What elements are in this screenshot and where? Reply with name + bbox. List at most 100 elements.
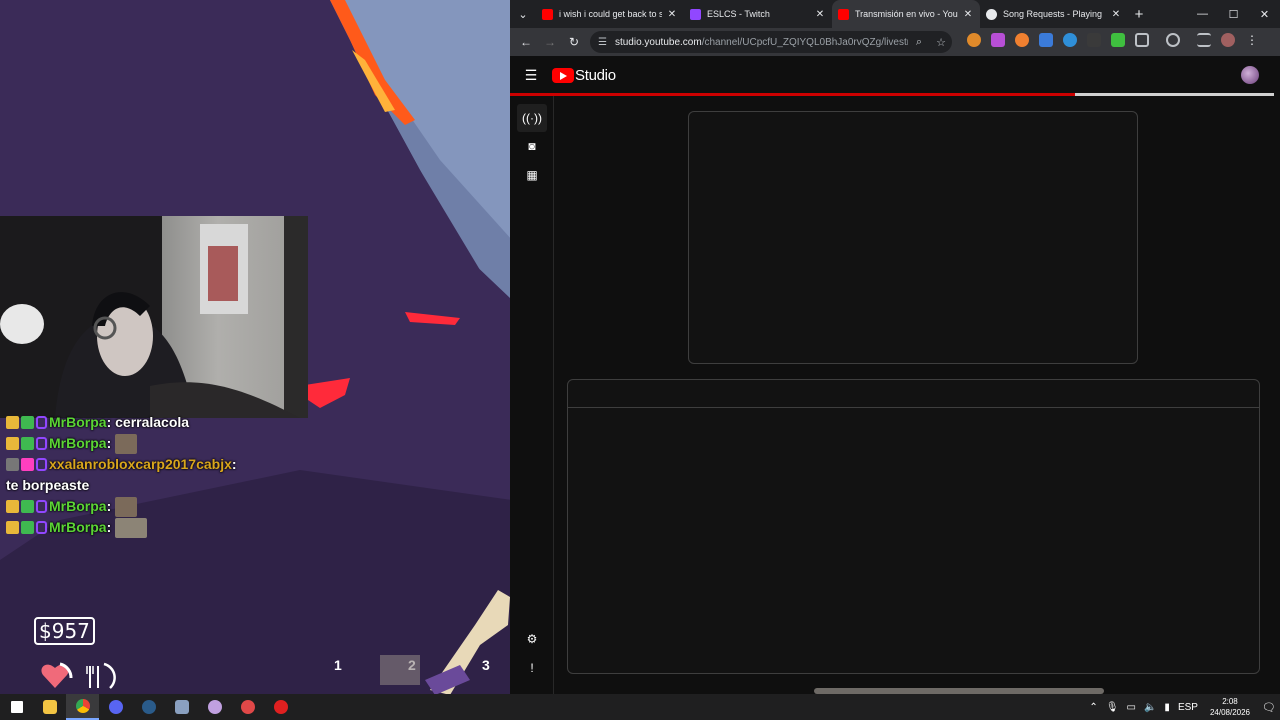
- clock-date: 24/08/2026: [1209, 708, 1250, 717]
- maximize-icon[interactable]: ☐: [1218, 0, 1249, 28]
- close-tab-icon[interactable]: ✕: [814, 9, 826, 20]
- health-heart-icon: [41, 662, 73, 688]
- prime-badge-icon: [36, 416, 47, 429]
- crown-badge-icon: [6, 437, 19, 450]
- close-tab-icon[interactable]: ✕: [962, 9, 974, 20]
- chat-message: MrBorpa: cerralacola: [6, 412, 256, 433]
- gray-badge-icon: [6, 458, 19, 471]
- tray-chevron-icon[interactable]: ⌃: [1089, 702, 1097, 713]
- chat-text: te borpeaste: [6, 477, 90, 493]
- chat-username: MrBorpa: [49, 498, 107, 514]
- prime-badge-icon: [36, 500, 47, 513]
- microphone-icon[interactable]: 🎙: [1106, 702, 1119, 713]
- language-indicator[interactable]: ESP: [1178, 702, 1198, 713]
- check-badge-icon: [21, 416, 34, 429]
- tab-title: i wish i could get back to sil: [559, 9, 662, 19]
- tab-title: Song Requests - Playing: [1003, 9, 1103, 19]
- extension-icon[interactable]: [967, 33, 981, 47]
- extension-icon[interactable]: [991, 33, 1005, 47]
- chat-emote: [115, 517, 148, 538]
- chat-text: cerralacola: [115, 414, 190, 430]
- chat-message: MrBorpa:: [6, 517, 256, 538]
- browser-tab[interactable]: i wish i could get back to sil ✕: [536, 0, 684, 28]
- extension-icon[interactable]: [1039, 33, 1053, 47]
- browser-tab-active[interactable]: Transmisión en vivo - YouTu ✕: [832, 0, 980, 28]
- extensions-puzzle-icon[interactable]: [1135, 33, 1149, 47]
- prime-badge-icon: [36, 458, 47, 471]
- tab-strip: ⌄ i wish i could get back to sil ✕ ESLCS…: [510, 0, 1280, 28]
- volume-icon[interactable]: 🔈: [1144, 702, 1156, 713]
- steam-icon[interactable]: [132, 694, 165, 720]
- address-bar[interactable]: ☰ studio.youtube.com/channel/UCpcfU_ZQIY…: [590, 31, 952, 53]
- browser-tab[interactable]: ESLCS - Twitch ✕: [684, 0, 832, 28]
- hotbar-slot: 1: [334, 657, 342, 673]
- desktop: MrBorpa: cerralacola MrBorpa: xxalanrobl…: [0, 0, 1280, 720]
- menu-icon[interactable]: ☰: [510, 67, 552, 84]
- back-icon[interactable]: ←: [514, 30, 538, 54]
- extension-icon[interactable]: [1087, 33, 1101, 47]
- stream-live-icon[interactable]: ((·)): [517, 104, 547, 132]
- close-window-icon[interactable]: ✕: [1249, 0, 1280, 28]
- chat-username: MrBorpa: [49, 435, 107, 451]
- profile-avatar-icon[interactable]: [1221, 33, 1235, 47]
- system-tray: ⌃ 🎙 ▭ 🔈 ▮ ESP 2:08 24/08/2026 🗨: [1085, 694, 1280, 720]
- webcam-scene: [0, 224, 300, 418]
- schedule-calendar-icon[interactable]: ▦: [517, 161, 547, 189]
- start-windows-icon[interactable]: [0, 694, 33, 720]
- close-tab-icon[interactable]: ✕: [666, 9, 678, 20]
- held-weapon: [380, 590, 510, 694]
- forward-icon[interactable]: →: [538, 30, 562, 54]
- hunger-icon: [86, 662, 116, 689]
- extension-icon[interactable]: [1063, 33, 1077, 47]
- settings-gear-icon[interactable]: ⚙: [517, 625, 547, 653]
- minimize-icon[interactable]: —: [1187, 0, 1218, 28]
- url-path: /channel/UCpcfU_ZQIYQL0BhJa0rvQZg/livest…: [701, 36, 908, 48]
- studio-sidebar: ((·)) ◙ ▦ ⚙ !: [510, 96, 554, 694]
- discord-icon[interactable]: [99, 694, 132, 720]
- browser-window: ⌄ i wish i could get back to sil ✕ ESLCS…: [510, 0, 1280, 694]
- notifications-icon[interactable]: 🗨: [1258, 701, 1280, 714]
- chat-message: MrBorpa:: [6, 433, 256, 454]
- app-icon[interactable]: [165, 694, 198, 720]
- browser-menu-icon[interactable]: ⋮: [1245, 33, 1259, 47]
- site-info-icon[interactable]: ☰: [598, 37, 607, 48]
- bottom-overflow: [554, 686, 1280, 694]
- extension-icon[interactable]: [1015, 33, 1029, 47]
- obs-icon[interactable]: [198, 694, 231, 720]
- chrome-icon[interactable]: [66, 694, 99, 720]
- feedback-icon[interactable]: !: [517, 654, 547, 682]
- crown-badge-icon: [6, 521, 19, 534]
- clock[interactable]: 2:08 24/08/2026: [1210, 696, 1250, 718]
- bookmark-star-icon[interactable]: ☆: [930, 36, 952, 49]
- url-host: studio.youtube.com: [614, 36, 702, 48]
- webcam-camera-icon[interactable]: ◙: [517, 132, 547, 160]
- browser-tab[interactable]: Song Requests - Playing ✕: [980, 0, 1128, 28]
- tab-title: Transmisión en vivo - YouTu: [855, 9, 958, 19]
- check-badge-icon: [21, 521, 34, 534]
- screenshot-icon[interactable]: [1166, 33, 1180, 47]
- network-icon[interactable]: ▭: [1127, 702, 1136, 713]
- zoom-icon[interactable]: ⌕: [908, 36, 930, 49]
- battery-icon[interactable]: ▮: [1164, 702, 1170, 713]
- media-controls-icon[interactable]: [1197, 33, 1211, 47]
- studio-logo[interactable]: Studio: [552, 67, 616, 84]
- chat-username: xxalanrobloxcarp2017cabjx: [49, 456, 232, 472]
- reload-icon[interactable]: ↻: [562, 30, 586, 54]
- download-icon[interactable]: [1111, 33, 1125, 47]
- chat-emote: [115, 496, 138, 517]
- studio-header: ☰ Studio: [510, 56, 1280, 94]
- tab-search-icon[interactable]: ⌄: [510, 0, 536, 28]
- file-explorer-icon[interactable]: [33, 694, 66, 720]
- counter-strike-icon[interactable]: [231, 694, 264, 720]
- chat-username: MrBorpa: [49, 519, 107, 535]
- chat-message: MrBorpa:: [6, 496, 256, 517]
- account-avatar[interactable]: [1241, 66, 1259, 84]
- prime-badge-icon: [36, 521, 47, 534]
- new-tab-icon[interactable]: +: [1128, 6, 1150, 23]
- chat-message: xxalanrobloxcarp2017cabjx: te borpeaste: [6, 454, 256, 496]
- recorder-icon[interactable]: [264, 694, 297, 720]
- check-badge-icon: [21, 500, 34, 513]
- heart-badge-icon: [21, 458, 34, 471]
- extensions-row: ⋮: [962, 33, 1264, 47]
- close-tab-icon[interactable]: ✕: [1110, 9, 1122, 20]
